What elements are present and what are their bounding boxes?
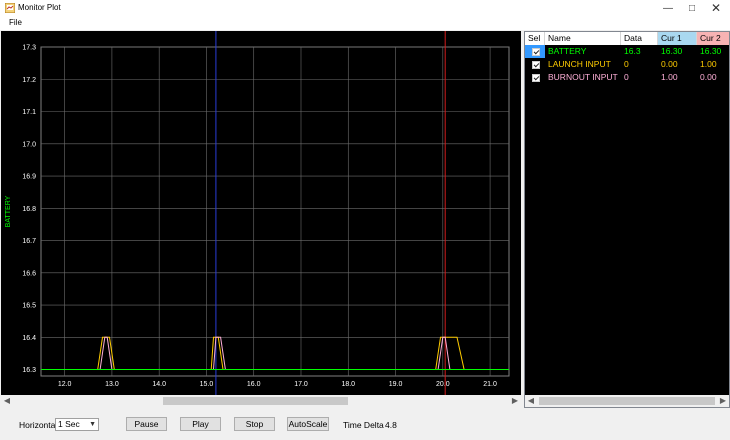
y-tick-label: 17.2 (22, 77, 36, 84)
play-button[interactable]: Play (180, 417, 221, 431)
list-row[interactable]: LAUNCH INPUT 0 0.00 1.00 (525, 58, 729, 71)
minimize-button[interactable]: — (656, 0, 680, 17)
col-data-header[interactable]: Data (621, 32, 658, 45)
x-tick-label: 15.0 (200, 381, 214, 388)
pause-button[interactable]: Pause (126, 417, 167, 431)
plot-frame: 12.0 13.0 14.0 15.0 16.0 17.0 18.0 19.0 20.0 21.0… (1, 31, 521, 407)
list-horizontal-scrollbar[interactable]: ◀ ▶ (525, 395, 729, 407)
y-tick-label: 16.7 (22, 238, 36, 245)
close-button[interactable]: ✕ (704, 0, 728, 17)
menu-file[interactable]: File (9, 18, 22, 27)
plot-border (40, 46, 510, 377)
scroll-right-arrow-icon[interactable]: ▶ (509, 395, 521, 407)
row-cur2: 0.00 (700, 72, 717, 82)
horizontal-label: Horizontal (19, 420, 58, 430)
x-tick-label: 18.0 (341, 381, 355, 388)
autoscale-button[interactable]: AutoScale (287, 417, 329, 431)
y-axis-label: BATTERY (5, 195, 12, 227)
row-data: 0 (624, 59, 629, 69)
y-tick-label: 16.4 (22, 335, 36, 342)
x-tick-label: 14.0 (152, 381, 166, 388)
y-tick-label: 17.1 (22, 109, 36, 116)
y-tick-label: 16.6 (22, 270, 36, 277)
row-cur1: 16.30 (661, 46, 683, 56)
x-tick-label: 19.0 (389, 381, 403, 388)
col-name-header[interactable]: Name (545, 32, 621, 45)
row-cur1: 1.00 (661, 72, 678, 82)
control-bar: Horizontal 1 Sec ▼ Pause Play Stop AutoS… (0, 408, 730, 440)
row-checkbox[interactable] (532, 61, 540, 69)
y-tick-label: 17.3 (22, 45, 36, 52)
stop-button[interactable]: Stop (234, 417, 275, 431)
row-data: 16.3 (624, 46, 641, 56)
y-tick-label: 17.0 (22, 141, 36, 148)
row-cur2: 16.30 (700, 46, 722, 56)
row-name: BATTERY (548, 46, 587, 56)
col-sel-header[interactable]: Sel (525, 32, 545, 45)
chevron-down-icon[interactable]: ▼ (89, 419, 96, 430)
scroll-left-arrow-icon[interactable]: ◀ (1, 395, 13, 407)
x-tick-label: 16.0 (247, 381, 261, 388)
row-name: LAUNCH INPUT (548, 59, 611, 69)
horizontal-select-value: 1 Sec (58, 419, 80, 429)
chart: 12.0 13.0 14.0 15.0 16.0 17.0 18.0 19.0 20.0 21.0… (5, 31, 510, 395)
row-cur2: 1.00 (700, 59, 717, 69)
list-header: Sel Name Data Cur 1 Cur 2 (525, 32, 729, 45)
col-cur1-header[interactable]: Cur 1 (658, 32, 697, 45)
list-row[interactable]: BATTERY 16.3 16.30 16.30 (525, 45, 729, 58)
title-bar: Monitor Plot — □ ✕ (0, 0, 730, 17)
scroll-right-arrow-icon[interactable]: ▶ (717, 395, 729, 407)
series-line (41, 336, 509, 370)
row-checkbox[interactable] (532, 74, 540, 82)
row-data: 0 (624, 72, 629, 82)
col-cur2-header[interactable]: Cur 2 (697, 32, 729, 45)
x-tick-label: 20.0 (436, 381, 450, 388)
x-tick-label: 12.0 (58, 381, 72, 388)
y-tick-label: 16.5 (22, 303, 36, 310)
scroll-thumb[interactable] (163, 397, 348, 405)
x-tick-label: 13.0 (105, 381, 119, 388)
plot-area[interactable]: 12.0 13.0 14.0 15.0 16.0 17.0 18.0 19.0 20.0 21.0… (1, 31, 521, 395)
horizontal-select[interactable]: 1 Sec ▼ (55, 418, 99, 431)
signal-list[interactable]: Sel Name Data Cur 1 Cur 2 BATTERY 16.3 1… (524, 31, 730, 408)
window-title: Monitor Plot (18, 3, 61, 12)
x-tick-label: 21.0 (483, 381, 497, 388)
y-tick-label: 16.8 (22, 206, 36, 213)
time-delta-value: 4.8 (385, 420, 397, 430)
app-icon (5, 3, 15, 13)
row-cur1: 0.00 (661, 59, 678, 69)
list-row[interactable]: BURNOUT INPUT 0 1.00 0.00 (525, 71, 729, 84)
row-checkbox[interactable] (532, 48, 540, 56)
y-tick-label: 16.3 (22, 367, 36, 374)
plot-horizontal-scrollbar[interactable]: ◀ ▶ (1, 395, 521, 407)
time-delta-label: Time Delta (343, 420, 384, 430)
maximize-button[interactable]: □ (680, 0, 704, 17)
scroll-thumb[interactable] (539, 397, 715, 405)
row-name: BURNOUT INPUT (548, 72, 618, 82)
scroll-left-arrow-icon[interactable]: ◀ (525, 395, 537, 407)
menu-bar: File (0, 17, 730, 30)
x-tick-label: 17.0 (294, 381, 308, 388)
y-tick-label: 16.9 (22, 174, 36, 181)
